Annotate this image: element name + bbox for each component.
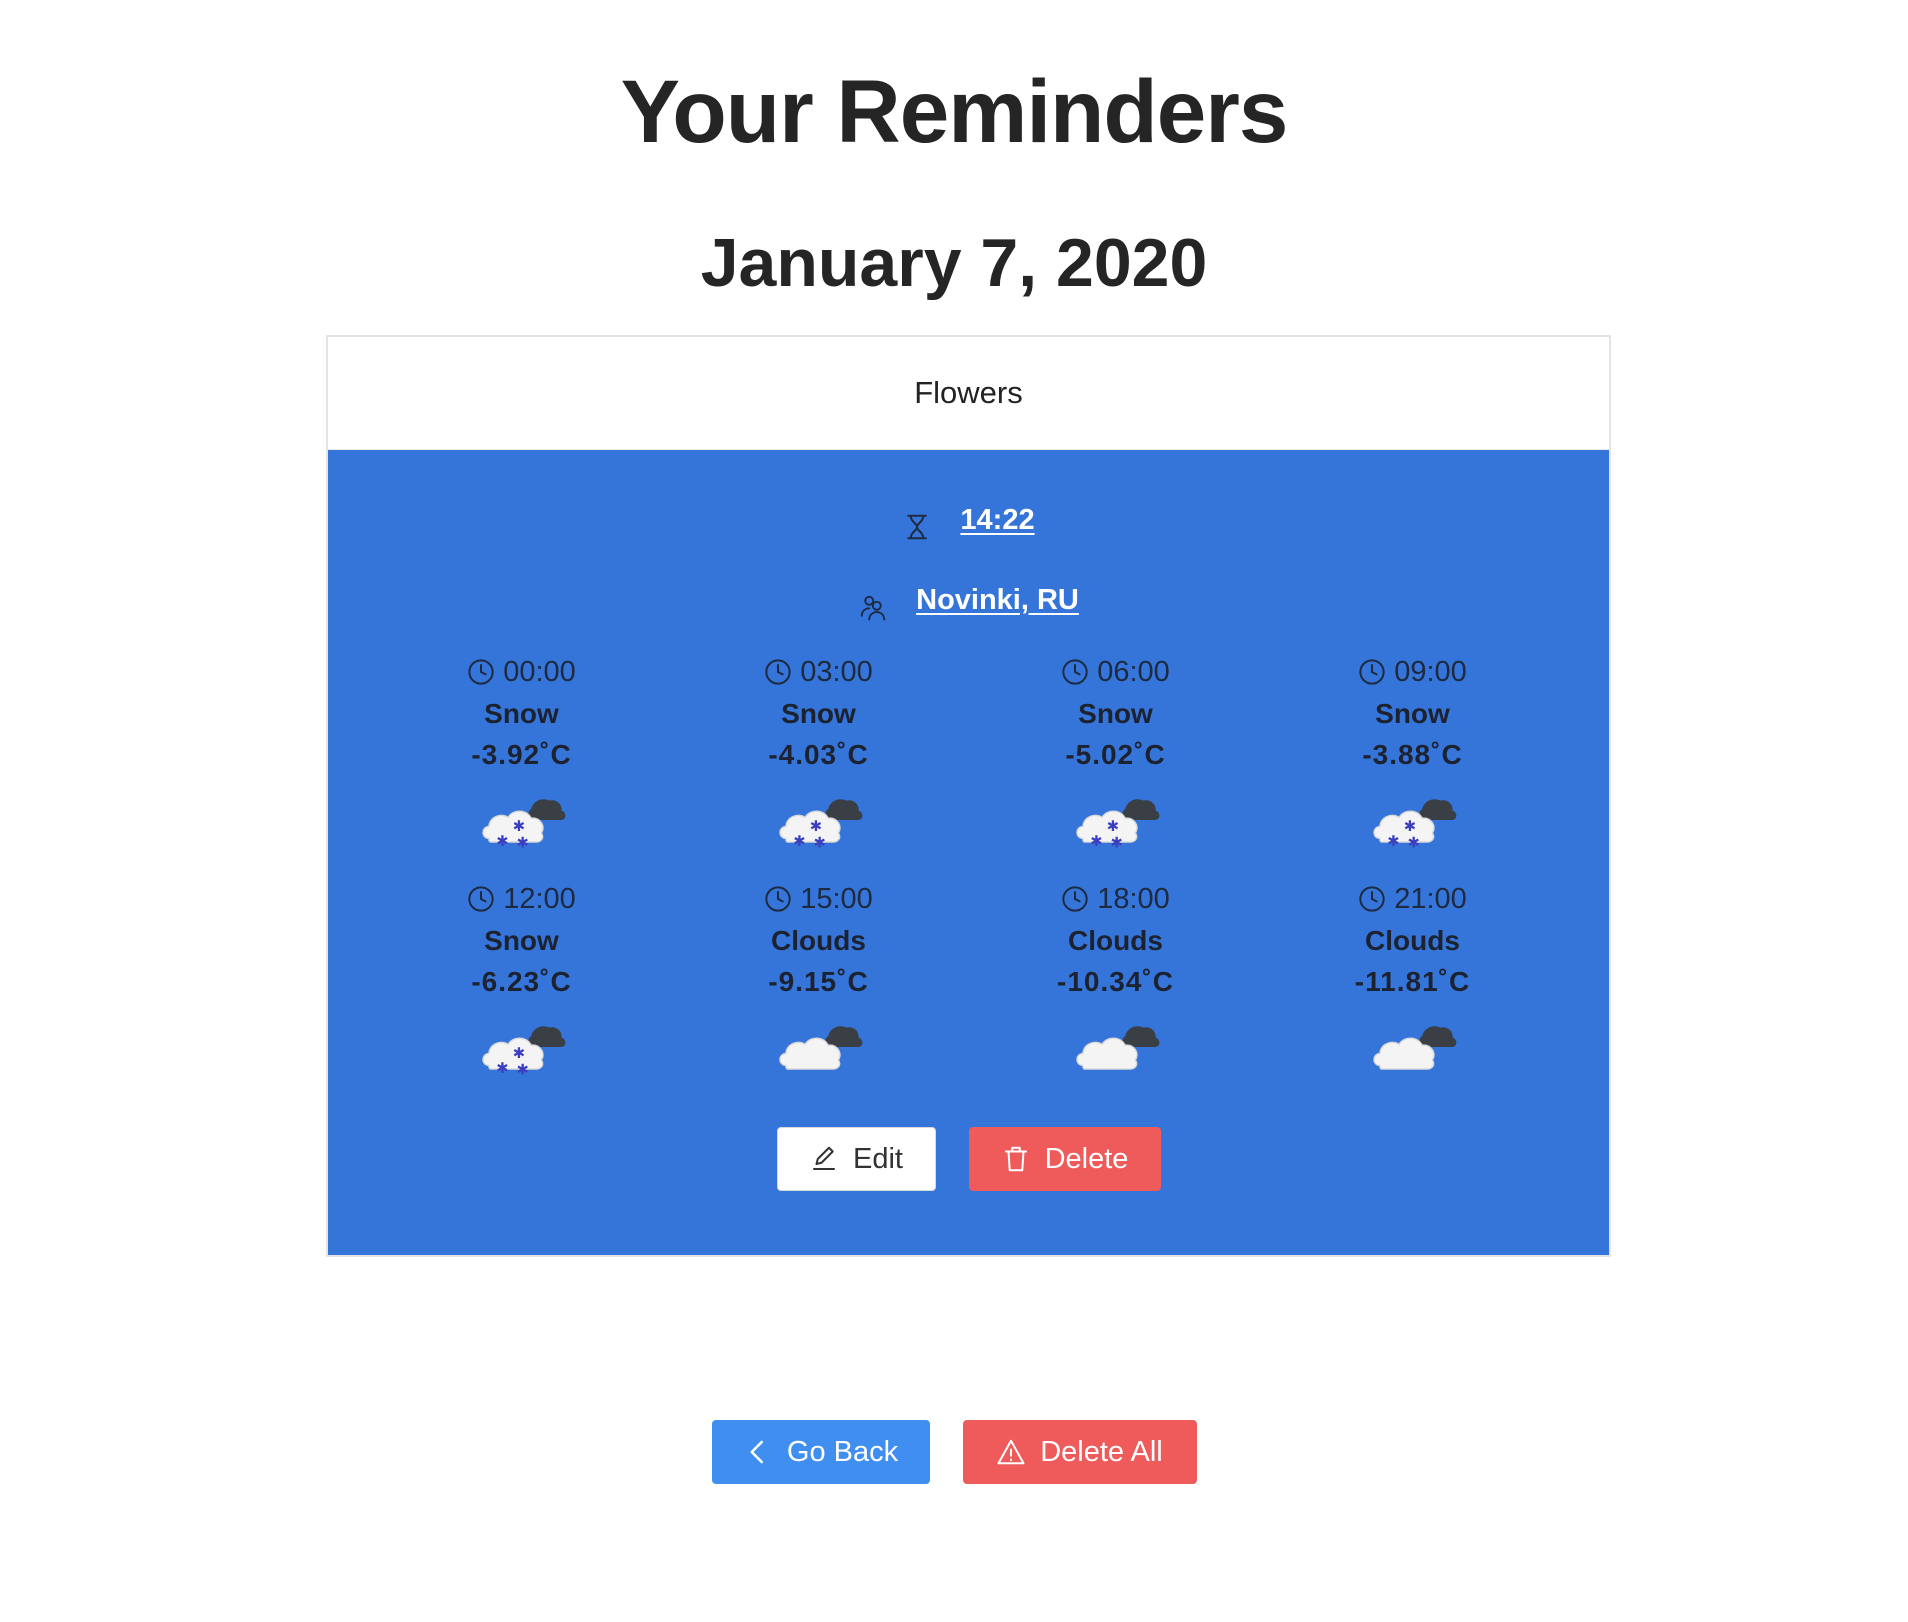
- clock-icon: [1062, 886, 1088, 912]
- forecast-time: 18:00: [1061, 880, 1170, 918]
- snow-cloud-icon: ✱✱✱: [778, 799, 862, 852]
- forecast-temperature: -11.81˚C: [1354, 966, 1471, 997]
- reminder-location-link[interactable]: Novinki, RU: [916, 584, 1079, 617]
- svg-text:✱: ✱: [1407, 835, 1419, 852]
- forecast-condition: Clouds: [771, 925, 866, 956]
- page-title: Your Reminders: [620, 61, 1289, 161]
- trash-icon: [1004, 1146, 1027, 1172]
- reminder-time-row: 14:22: [328, 498, 1609, 542]
- chevron-left-icon: [750, 1440, 763, 1464]
- svg-text:✱: ✱: [1387, 833, 1399, 850]
- delete-all-label: Delete All: [1040, 1435, 1163, 1468]
- forecast-condition: Clouds: [1365, 925, 1460, 956]
- forecast-temperature: -3.92˚C: [471, 739, 572, 770]
- forecast-time-label: 03:00: [800, 655, 873, 688]
- svg-text:✱: ✱: [516, 1062, 528, 1079]
- forecast-temperature: -4.03˚C: [768, 739, 869, 770]
- forecast-condition: Snow: [484, 698, 559, 729]
- forecast-time-label: 15:00: [800, 882, 873, 915]
- forecast-time: 15:00: [764, 880, 873, 918]
- forecast-time-label: 21:00: [1394, 882, 1467, 915]
- clock-icon: [1359, 659, 1385, 685]
- forecast-time: 06:00: [1061, 653, 1170, 691]
- hourglass-icon: [907, 514, 928, 540]
- clock-icon: [765, 886, 791, 912]
- forecast-time: 21:00: [1358, 880, 1467, 918]
- edit-icon: [813, 1146, 835, 1170]
- cloud-icon: [778, 1026, 862, 1070]
- snow-cloud-icon: ✱✱✱: [1075, 799, 1159, 852]
- svg-text:✱: ✱: [1090, 833, 1102, 850]
- forecast-time: 09:00: [1358, 653, 1467, 691]
- warning-icon: [997, 1439, 1025, 1465]
- delete-all-button[interactable]: Delete All: [962, 1420, 1197, 1484]
- forecast-time-label: 06:00: [1097, 655, 1170, 688]
- forecast-time-label: 12:00: [503, 882, 576, 915]
- go-back-label: Go Back: [786, 1435, 899, 1468]
- clock-icon: [765, 659, 791, 685]
- forecast-time: 03:00: [764, 653, 873, 691]
- reminder-title: Flowers: [328, 337, 1609, 450]
- svg-text:✱: ✱: [813, 835, 825, 852]
- svg-text:✱: ✱: [512, 1045, 524, 1062]
- page-actions: Go Back Delete All: [0, 1420, 1908, 1484]
- svg-text:✱: ✱: [1403, 818, 1415, 835]
- forecast-item: 00:00 Snow -3.92˚C ✱ ✱ ✱: [373, 653, 670, 880]
- forecast-item: 03:00 Snow -4.03˚C ✱ ✱ ✱: [670, 653, 967, 880]
- forecast-time-label: 00:00: [503, 655, 576, 688]
- clock-icon: [1359, 886, 1385, 912]
- clock-icon: [468, 886, 494, 912]
- svg-text:✱: ✱: [1106, 818, 1118, 835]
- forecast-time: 12:00: [467, 880, 576, 918]
- forecast-time-label: 09:00: [1394, 655, 1467, 688]
- team-icon: [860, 595, 886, 621]
- reminder-time-link[interactable]: 14:22: [960, 504, 1034, 537]
- forecast-temperature: -10.34˚C: [1057, 966, 1174, 997]
- forecast-condition: Clouds: [1068, 925, 1163, 956]
- forecast-condition: Snow: [1375, 698, 1450, 729]
- forecast-item: 12:00 Snow -6.23˚C ✱ ✱ ✱: [373, 880, 670, 1107]
- edit-button-label: Edit: [853, 1142, 903, 1175]
- forecast-condition: Snow: [781, 698, 856, 729]
- reminder-location-row: Novinki, RU: [328, 578, 1609, 622]
- svg-text:✱: ✱: [516, 835, 528, 852]
- delete-button-label: Delete: [1044, 1142, 1129, 1175]
- forecast-item: 21:00 Clouds -11.81˚C: [1264, 880, 1561, 1107]
- svg-text:✱: ✱: [512, 818, 524, 835]
- cloud-icon: [1372, 1026, 1456, 1070]
- forecast-item: 06:00 Snow -5.02˚C ✱ ✱ ✱: [967, 653, 1264, 880]
- svg-text:✱: ✱: [496, 833, 508, 850]
- svg-text:✱: ✱: [1110, 835, 1122, 852]
- forecast-item: 09:00 Snow -3.88˚C ✱ ✱ ✱: [1264, 653, 1561, 880]
- forecast-grid: 00:00 Snow -3.92˚C ✱ ✱ ✱ 03:00 Snow -4.03˚C ✱ ✱ ✱ 06…: [373, 653, 1561, 1107]
- snow-cloud-icon: ✱✱✱: [1372, 799, 1456, 852]
- forecast-temperature: -5.02˚C: [1065, 739, 1166, 770]
- cloud-icon: [1075, 1026, 1159, 1070]
- forecast-condition: Snow: [484, 925, 559, 956]
- svg-text:✱: ✱: [496, 1060, 508, 1077]
- forecast-item: 18:00 Clouds -10.34˚C: [967, 880, 1264, 1107]
- forecast-temperature: -3.88˚C: [1362, 739, 1463, 770]
- edit-button[interactable]: Edit: [776, 1127, 936, 1191]
- snow-cloud-icon: ✱✱✱: [481, 799, 565, 852]
- forecast-item: 15:00 Clouds -9.15˚C: [670, 880, 967, 1107]
- clock-icon: [1062, 659, 1088, 685]
- forecast-time-label: 18:00: [1097, 882, 1170, 915]
- forecast-time: 00:00: [467, 653, 576, 691]
- reminder-card-body: 14:22 Novinki, RU 00:00 Snow -3.92˚C ✱ ✱ ✱ 03:…: [328, 450, 1609, 1255]
- svg-text:✱: ✱: [809, 818, 821, 835]
- reminder-actions: Edit Delete: [328, 1127, 1609, 1191]
- svg-text:✱: ✱: [793, 833, 805, 850]
- reminder-date: January 7, 2020: [700, 225, 1208, 301]
- reminder-card: Flowers 14:22 Novinki, RU 00:00 Snow -3.92…: [326, 335, 1611, 1257]
- snow-cloud-icon: ✱✱✱: [481, 1026, 565, 1079]
- go-back-button[interactable]: Go Back: [711, 1420, 930, 1484]
- forecast-temperature: -9.15˚C: [768, 966, 869, 997]
- delete-button[interactable]: Delete: [968, 1127, 1161, 1191]
- forecast-temperature: -6.23˚C: [471, 966, 572, 997]
- clock-icon: [468, 659, 494, 685]
- forecast-condition: Snow: [1078, 698, 1153, 729]
